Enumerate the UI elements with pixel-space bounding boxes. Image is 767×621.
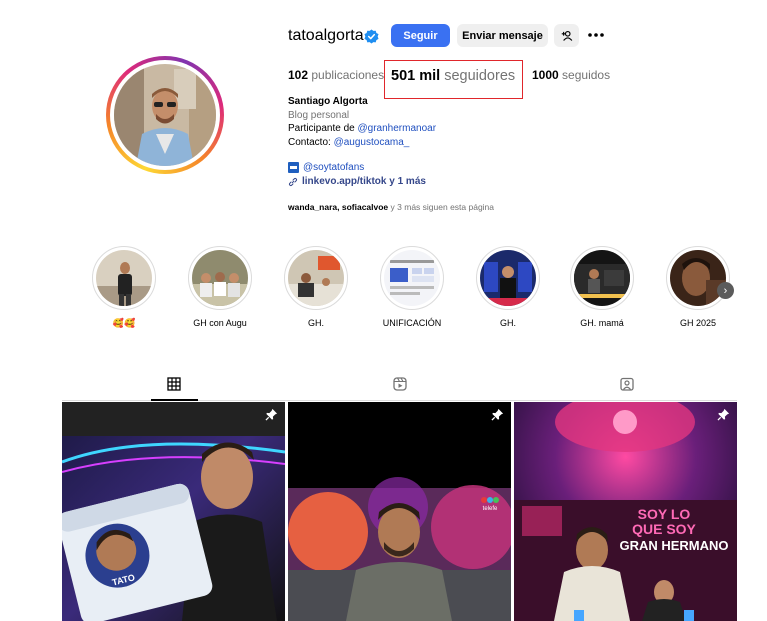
more-options-icon[interactable] bbox=[587, 28, 605, 42]
tagged-icon[interactable] bbox=[620, 377, 634, 391]
bio-contact: Contacto: @augustocama_ bbox=[288, 137, 409, 148]
bio-name: Santiago Algorta bbox=[288, 96, 368, 107]
following-stat[interactable]: 1000 seguidos bbox=[532, 68, 610, 82]
followed-by-rest: y 3 más siguen esta página bbox=[388, 202, 495, 212]
post-image: SOY LO QUE SOY GRAN HERMANO bbox=[514, 402, 737, 621]
highlight-item[interactable]: GH. bbox=[476, 246, 540, 328]
highlight-item[interactable]: GH con Augu bbox=[188, 246, 252, 328]
bio-participant-prefix: Participante de bbox=[288, 123, 358, 134]
highlight-label: UNIFICACIÓN bbox=[382, 318, 442, 328]
post-thumbnail[interactable]: SOY LO QUE SOY GRAN HERMANO bbox=[514, 402, 737, 621]
pin-icon bbox=[717, 408, 730, 421]
participant-handle-link[interactable]: @granhermanoar bbox=[358, 123, 437, 134]
highlight-label: GH. bbox=[499, 318, 516, 328]
followed-by[interactable]: wanda_nara, sofiacalvoe y 3 más siguen e… bbox=[288, 202, 494, 212]
post-banner-line3: GRAN HERMANO bbox=[619, 538, 728, 553]
suggested-accounts-button[interactable] bbox=[554, 24, 579, 47]
verified-badge-icon bbox=[364, 29, 379, 44]
channel-logo-text: telefe bbox=[483, 506, 498, 512]
send-message-button[interactable]: Enviar mensaje bbox=[457, 24, 548, 47]
external-link[interactable]: linkevo.app/tiktok y 1 más bbox=[302, 176, 426, 187]
grid-icon[interactable] bbox=[167, 377, 181, 391]
highlight-label: GH. bbox=[307, 318, 324, 328]
contact-handle-link[interactable]: @augustocama_ bbox=[334, 137, 410, 148]
highlight-item[interactable]: GH. mamá bbox=[570, 246, 634, 328]
highlight-item[interactable]: GH 2025 bbox=[666, 246, 730, 328]
post-thumbnail[interactable]: telefe bbox=[288, 402, 511, 621]
fan-handle-link[interactable]: @soytatofans bbox=[303, 162, 364, 173]
highlight-item[interactable]: 🥰🥰 bbox=[92, 246, 156, 328]
followed-by-names: wanda_nara, sofiacalvoe bbox=[288, 202, 389, 212]
pin-icon bbox=[491, 408, 504, 421]
highlight-item[interactable]: GH. bbox=[284, 246, 348, 328]
follow-button[interactable]: Seguir bbox=[391, 24, 450, 47]
posts-stat: 102 publicaciones bbox=[288, 68, 384, 82]
following-label: seguidos bbox=[562, 68, 611, 82]
bio-participant: Participante de @granhermanoar bbox=[288, 123, 436, 134]
post-image: telefe bbox=[288, 402, 511, 621]
reels-icon[interactable] bbox=[393, 377, 407, 391]
chevron-right-icon: › bbox=[723, 284, 728, 297]
post-banner-line2: QUE SOY bbox=[632, 521, 696, 537]
following-count: 1000 bbox=[532, 68, 559, 82]
bio-contact-prefix: Contacto: bbox=[288, 137, 334, 148]
highlight-label: GH con Augu bbox=[193, 318, 247, 328]
username: tatoalgorta bbox=[288, 27, 364, 44]
bio-link-line: linkevo.app/tiktok y 1 más bbox=[288, 176, 426, 187]
posts-count: 102 bbox=[288, 68, 309, 82]
highlight-label: GH 2025 bbox=[679, 318, 717, 328]
facebook-icon bbox=[288, 162, 299, 173]
highlight-label: GH. mamá bbox=[580, 318, 624, 328]
profile-avatar[interactable] bbox=[106, 56, 224, 174]
posts-label: publicaciones bbox=[311, 68, 385, 82]
post-banner-line1: SOY LO bbox=[638, 506, 691, 522]
highlights-next-button[interactable]: › bbox=[717, 282, 734, 299]
followers-highlight-box bbox=[384, 60, 523, 99]
post-thumbnail[interactable]: TATO bbox=[62, 402, 285, 621]
pin-icon bbox=[265, 408, 278, 421]
avatar-photo bbox=[114, 64, 216, 166]
post-image: TATO bbox=[62, 402, 285, 621]
highlight-label: 🥰🥰 bbox=[112, 318, 136, 328]
add-person-icon bbox=[561, 30, 572, 41]
link-icon bbox=[288, 177, 298, 186]
bio-category: Blog personal bbox=[288, 110, 350, 121]
tab-active-indicator bbox=[151, 399, 198, 401]
highlight-item[interactable]: UNIFICACIÓN bbox=[380, 246, 444, 328]
bio-fan-line: @soytatofans bbox=[288, 162, 364, 173]
